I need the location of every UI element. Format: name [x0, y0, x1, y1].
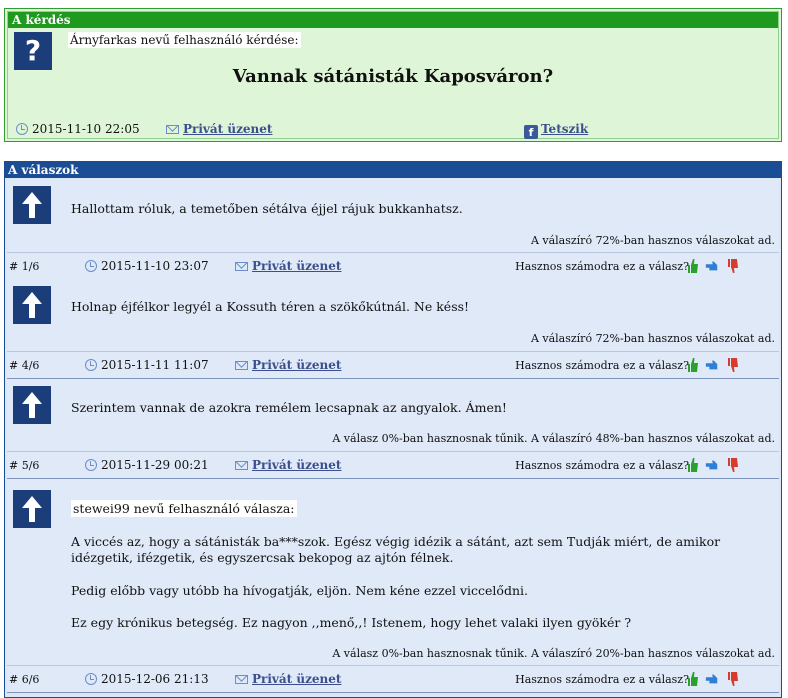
question-like[interactable]: f Tetszik — [524, 122, 588, 139]
thumb-down-icon[interactable] — [725, 457, 739, 473]
question-date-text: 2015-11-10 22:05 — [32, 122, 140, 136]
thumb-down-icon[interactable] — [725, 671, 739, 687]
question-avatar-icon: ? — [14, 32, 52, 70]
mail-icon — [235, 461, 248, 470]
answer-body: stewei99 nevű felhasználó válasza: A vic… — [7, 479, 779, 666]
answer-body: Hallottam róluk, a temetőben sétálva éjj… — [7, 179, 779, 253]
answer-avatar-icon — [13, 490, 51, 528]
answer-date: 2015-11-29 00:21 — [85, 458, 209, 472]
clock-icon — [85, 359, 97, 371]
answer-paragraph: A viccés az, hogy a sátánisták ba***szok… — [71, 534, 721, 565]
useful-prompt: Hasznos számodra ez a válasz? — [515, 459, 689, 472]
private-message-link[interactable]: Privát üzenet — [252, 672, 341, 686]
thumb-up-icon[interactable] — [685, 457, 699, 473]
answer-author: stewei99 nevű felhasználó válasza: — [71, 500, 297, 517]
question-private-message[interactable]: Privát üzenet — [166, 122, 272, 136]
answer-footer: # 4/6 2015-11-11 11:07 Privát üzenet Has… — [7, 352, 779, 379]
question-mark-icon: ? — [24, 34, 42, 67]
private-message-link[interactable]: Privát üzenet — [183, 122, 272, 136]
mail-icon — [166, 125, 179, 134]
useful-prompt: Hasznos számodra ez a válasz? — [515, 359, 689, 372]
private-message-link[interactable]: Privát üzenet — [252, 458, 341, 472]
answer-avatar-icon — [13, 186, 51, 224]
answer-date: 2015-11-10 23:07 — [85, 259, 209, 273]
rating-buttons — [683, 357, 739, 373]
answer-avatar-icon — [13, 286, 51, 324]
thumb-up-icon[interactable] — [685, 357, 699, 373]
question-box: A kérdés ? Árnyfarkas nevű felhasználó k… — [4, 8, 782, 142]
answer-stat: A válasz 0%-ban hasznosnak tűnik. A vála… — [332, 647, 775, 660]
rating-buttons — [683, 457, 739, 473]
facebook-icon: f — [524, 125, 538, 139]
rating-buttons — [683, 258, 739, 274]
clock-icon — [16, 123, 28, 135]
answer-date-text: 2015-11-29 00:21 — [101, 458, 209, 472]
answer-number: # 1/6 — [9, 260, 40, 273]
thumb-up-icon[interactable] — [685, 258, 699, 274]
answer-footer: # 6/6 2015-12-06 21:13 Privát üzenet Has… — [7, 666, 779, 693]
answer-private-message[interactable]: Privát üzenet — [235, 672, 341, 686]
answer-private-message[interactable]: Privát üzenet — [235, 259, 341, 273]
question-header: A kérdés — [8, 12, 778, 28]
question-date: 2015-11-10 22:05 — [16, 122, 140, 136]
question-inner: A kérdés ? Árnyfarkas nevű felhasználó k… — [7, 11, 779, 139]
answer-date: 2015-12-06 21:13 — [85, 672, 209, 686]
up-arrow-icon — [22, 292, 42, 318]
thumb-down-icon[interactable] — [725, 258, 739, 274]
answer-date-text: 2015-11-10 23:07 — [101, 259, 209, 273]
thumb-neutral-icon[interactable] — [705, 258, 719, 274]
up-arrow-icon — [22, 192, 42, 218]
answer-date-text: 2015-11-11 11:07 — [101, 358, 209, 372]
thumb-down-icon[interactable] — [725, 357, 739, 373]
mail-icon — [235, 675, 248, 684]
useful-prompt: Hasznos számodra ez a válasz? — [515, 260, 689, 273]
answer-stat: A válaszíró 72%-ban hasznos válaszokat a… — [530, 332, 775, 345]
like-link[interactable]: Tetszik — [541, 122, 588, 136]
thumb-up-icon[interactable] — [685, 671, 699, 687]
up-arrow-icon — [22, 392, 42, 418]
answer-paragraph: Ez egy krónikus betegség. Ez nagyon ,,me… — [71, 615, 632, 630]
answers-header: A válaszok — [5, 162, 781, 178]
question-title: Vannak sátánisták Kaposváron? — [232, 66, 554, 87]
answer-date: 2015-11-11 11:07 — [85, 358, 209, 372]
thumb-neutral-icon[interactable] — [705, 457, 719, 473]
answer-date-text: 2015-12-06 21:13 — [101, 672, 209, 686]
answer-footer: # 1/6 2015-11-10 23:07 Privát üzenet Has… — [7, 253, 779, 280]
clock-icon — [85, 673, 97, 685]
answer-avatar-icon — [13, 386, 51, 424]
useful-prompt: Hasznos számodra ez a válasz? — [515, 673, 689, 686]
answer-body: Szerintem vannak de azokra remélem lecsa… — [7, 379, 779, 452]
answer-paragraph: Pedig előbb vagy utóbb ha hívogatják, el… — [71, 583, 528, 598]
mail-icon — [235, 262, 248, 271]
answer-number: # 6/6 — [9, 673, 40, 686]
up-arrow-icon — [22, 496, 42, 522]
clock-icon — [85, 260, 97, 272]
answer-text: Szerintem vannak de azokra remélem lecsa… — [71, 400, 507, 415]
mail-icon — [235, 361, 248, 370]
answer-text: Hallottam róluk, a temetőben sétálva éjj… — [71, 201, 463, 216]
answer-private-message[interactable]: Privát üzenet — [235, 358, 341, 372]
private-message-link[interactable]: Privát üzenet — [252, 358, 341, 372]
answer-number: # 5/6 — [9, 459, 40, 472]
answers-box: A válaszok Hallottam róluk, a temetőben … — [4, 161, 782, 698]
question-author: Árnyfarkas nevű felhasználó kérdése: — [68, 32, 301, 48]
answer-number: # 4/6 — [9, 359, 40, 372]
answer-text: Holnap éjfélkor legyél a Kossuth téren a… — [71, 299, 470, 314]
answer-stat: A válaszíró 72%-ban hasznos válaszokat a… — [530, 234, 775, 247]
clock-icon — [85, 459, 97, 471]
answer-private-message[interactable]: Privát üzenet — [235, 458, 341, 472]
answer-stat: A válasz 0%-ban hasznosnak tűnik. A vála… — [332, 432, 775, 445]
answer-body: Holnap éjfélkor legyél a Kossuth téren a… — [7, 279, 779, 352]
thumb-neutral-icon[interactable] — [705, 357, 719, 373]
thumb-neutral-icon[interactable] — [705, 671, 719, 687]
private-message-link[interactable]: Privát üzenet — [252, 259, 341, 273]
rating-buttons — [683, 671, 739, 687]
answer-footer: # 5/6 2015-11-29 00:21 Privát üzenet Has… — [7, 452, 779, 479]
